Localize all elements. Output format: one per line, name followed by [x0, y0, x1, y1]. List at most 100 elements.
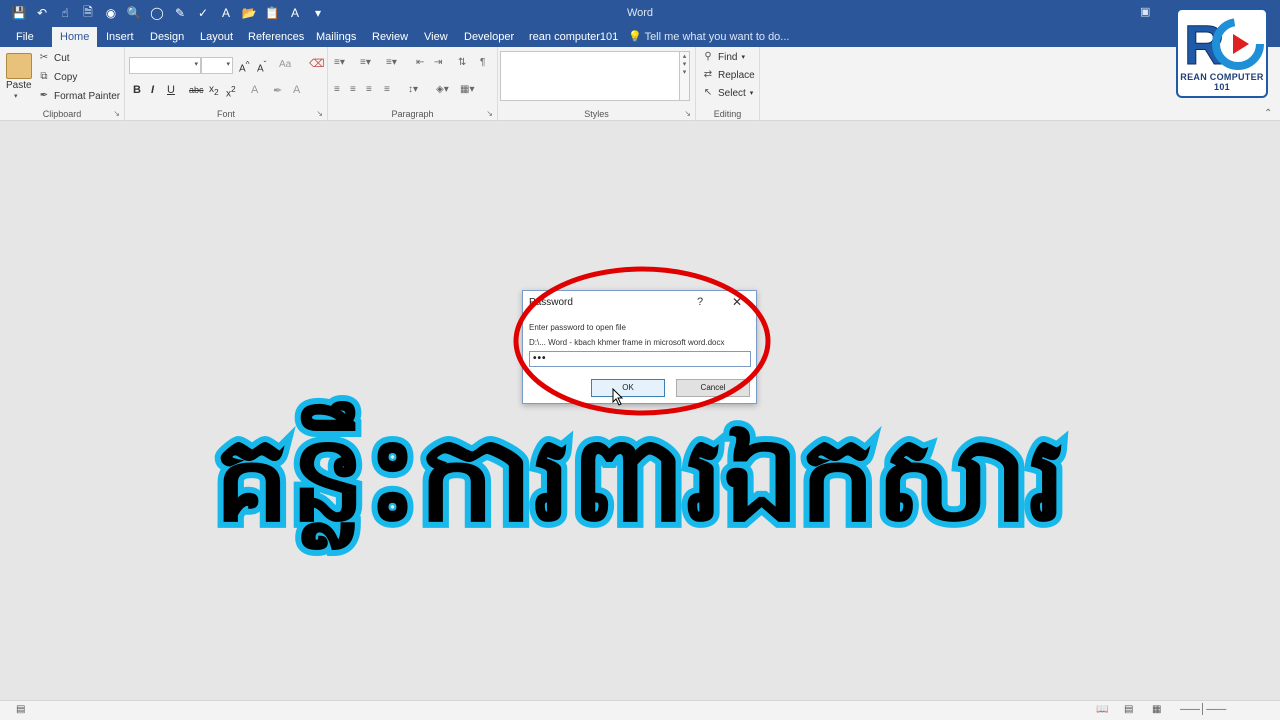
tab-design[interactable]: Design — [142, 27, 192, 47]
subscript-icon[interactable]: x2 — [209, 84, 219, 97]
copy-icon: ⧉ — [40, 71, 48, 82]
channel-logo: R REAN COMPUTER 101 — [1176, 8, 1268, 98]
clipboard-group-label: Clipboard — [42, 109, 82, 119]
sort-icon[interactable]: ⇅ — [458, 57, 466, 68]
strikethrough-icon[interactable]: abc — [189, 85, 204, 95]
decrease-indent-icon[interactable]: ⇤ — [416, 57, 424, 68]
text-effects-icon[interactable]: A — [251, 84, 258, 96]
select-button[interactable]: ↖ Select ▾ — [702, 87, 754, 99]
shading-icon[interactable]: ◈▾ — [436, 84, 449, 95]
styles-launcher-icon[interactable]: ↘ — [684, 109, 691, 118]
replace-icon: ⇄ — [703, 69, 713, 80]
group-editing: ⚲ Find ▾ ⇄ Replace ↖ Select ▾ Editing — [696, 47, 760, 121]
justify-icon[interactable]: ≡ — [384, 84, 390, 95]
superscript-icon[interactable]: x2 — [226, 84, 236, 99]
format-painter-button[interactable]: ✒ Format Painter — [38, 90, 120, 102]
styles-gallery-scroll[interactable]: ▴ ▾ ▾ — [679, 51, 690, 101]
tab-developer[interactable]: Developer — [456, 27, 522, 47]
find-button[interactable]: ⚲ Find ▾ — [702, 51, 745, 63]
replace-label: Replace — [718, 69, 755, 81]
cut-label: Cut — [54, 52, 70, 64]
tab-review[interactable]: Review — [364, 27, 416, 47]
scissors-icon: ✂ — [39, 52, 49, 63]
paragraph-group-label: Paragraph — [391, 109, 434, 119]
khmer-headline: គន្លឹះការពារឯកសារ — [208, 394, 1073, 556]
copy-label: Copy — [54, 71, 78, 83]
ribbon-display-options-icon[interactable]: ▣ — [1140, 5, 1150, 18]
editing-group-label: Editing — [713, 109, 742, 119]
find-label: Find — [718, 51, 738, 63]
tab-insert[interactable]: Insert — [98, 27, 142, 47]
group-font: ▾ ▾ A^ Aˇ Aa ⌫ B I U abc x2 x2 A ✒ A Fon… — [125, 47, 328, 121]
font-size-combo[interactable]: ▾ — [201, 57, 233, 74]
ribbon: Paste ▾ ✂ Cut ⧉ Copy ✒ Format Painter Clipb… — [0, 47, 1280, 121]
group-clipboard: Paste ▾ ✂ Cut ⧉ Copy ✒ Format Painter Clipb… — [0, 47, 125, 121]
paintbrush-icon: ✒ — [39, 90, 49, 101]
styles-group-label: Styles — [584, 109, 609, 119]
font-name-combo[interactable]: ▾ — [129, 57, 201, 74]
align-center-icon[interactable]: ≡ — [350, 84, 356, 95]
grow-font-icon[interactable]: A^ — [239, 59, 250, 74]
tab-references[interactable]: References — [240, 27, 312, 47]
italic-icon[interactable]: I — [151, 84, 154, 96]
clipboard-launcher-icon[interactable]: ↘ — [113, 109, 120, 118]
group-paragraph: ≡▾ ≡▾ ≡▾ ⇤ ⇥ ⇅ ¶ ≡ ≡ ≡ ≡ ↕▾ ◈▾ ▦▾ Paragr… — [328, 47, 498, 121]
select-dropdown-icon: ▾ — [749, 90, 754, 97]
bold-icon[interactable]: B — [133, 84, 141, 96]
paste-button[interactable]: Paste — [6, 80, 32, 91]
tab-rean-computer101[interactable]: rean computer101 — [521, 27, 626, 47]
find-dropdown-icon: ▾ — [741, 54, 745, 61]
shrink-font-icon[interactable]: Aˇ — [257, 59, 266, 74]
font-name-dropdown-icon: ▾ — [194, 61, 198, 68]
print-layout-icon[interactable]: ▤ — [1124, 704, 1133, 715]
align-left-icon[interactable]: ≡ — [334, 84, 340, 95]
increase-indent-icon[interactable]: ⇥ — [434, 57, 442, 68]
collapse-ribbon-icon[interactable]: ⌃ — [1264, 108, 1272, 119]
macro-record-icon[interactable]: ▤ — [16, 704, 25, 715]
tab-view[interactable]: View — [416, 27, 456, 47]
paragraph-launcher-icon[interactable]: ↘ — [486, 109, 493, 118]
multilevel-list-icon[interactable]: ≡▾ — [386, 57, 397, 68]
tab-mailings[interactable]: Mailings — [308, 27, 364, 47]
tab-file[interactable]: File — [8, 27, 42, 47]
tell-me-label: Tell me what you want to do... — [644, 31, 790, 43]
align-right-icon[interactable]: ≡ — [366, 84, 372, 95]
paste-dropdown-icon[interactable]: ▾ — [14, 92, 18, 100]
window-title: Word — [626, 7, 654, 19]
clear-formatting-icon[interactable]: ⌫ — [309, 57, 325, 70]
select-icon: ↖ — [703, 87, 713, 98]
font-size-dropdown-icon: ▾ — [226, 61, 230, 68]
status-bar: ▤ 📖 ▤ ▦ ——│—— — [0, 700, 1280, 720]
borders-icon[interactable]: ▦▾ — [460, 84, 474, 95]
ribbon-tabs: File Home Insert Design Layout Reference… — [0, 27, 1280, 47]
cut-button[interactable]: ✂ Cut — [38, 52, 70, 64]
select-label: Select — [718, 87, 746, 99]
styles-gallery[interactable] — [500, 51, 680, 101]
format-painter-label: Format Painter — [54, 90, 121, 102]
find-icon: ⚲ — [704, 51, 712, 62]
font-color-icon[interactable]: A — [293, 84, 300, 96]
play-icon — [1233, 34, 1249, 54]
replace-button[interactable]: ⇄ Replace — [702, 69, 755, 81]
show-formatting-icon[interactable]: ¶ — [480, 57, 485, 68]
highlight-color-icon[interactable]: ✒ — [273, 84, 282, 97]
logo-mark-icon: R — [1184, 13, 1264, 77]
bullets-icon[interactable]: ≡▾ — [334, 57, 345, 68]
read-mode-icon[interactable]: 📖 — [1096, 704, 1108, 715]
paste-clipboard-icon[interactable] — [6, 53, 32, 79]
web-layout-icon[interactable]: ▦ — [1152, 704, 1161, 715]
tab-layout[interactable]: Layout — [192, 27, 241, 47]
underline-icon[interactable]: U — [167, 84, 175, 96]
copy-button[interactable]: ⧉ Copy — [38, 71, 77, 83]
font-group-label: Font — [216, 109, 235, 119]
line-spacing-icon[interactable]: ↕▾ — [408, 84, 418, 95]
change-case-icon[interactable]: Aa — [279, 59, 291, 70]
tell-me-search[interactable]: 💡 Tell me what you want to do... — [628, 27, 789, 47]
numbering-icon[interactable]: ≡▾ — [360, 57, 371, 68]
zoom-slider[interactable]: ——│—— — [1180, 704, 1226, 715]
tab-home[interactable]: Home — [52, 27, 98, 47]
logo-text: REAN COMPUTER 101 — [1180, 72, 1264, 92]
title-bar: 💾 ↶ ☝ 🗎 ◉ 🔍 ◯ ✎ ✓ A 📂 📋 A ▾ Word ▣ — [0, 0, 1280, 27]
khmer-headline-text: គន្លឹះការពារឯកសារ — [214, 400, 1067, 550]
font-launcher-icon[interactable]: ↘ — [316, 109, 323, 118]
